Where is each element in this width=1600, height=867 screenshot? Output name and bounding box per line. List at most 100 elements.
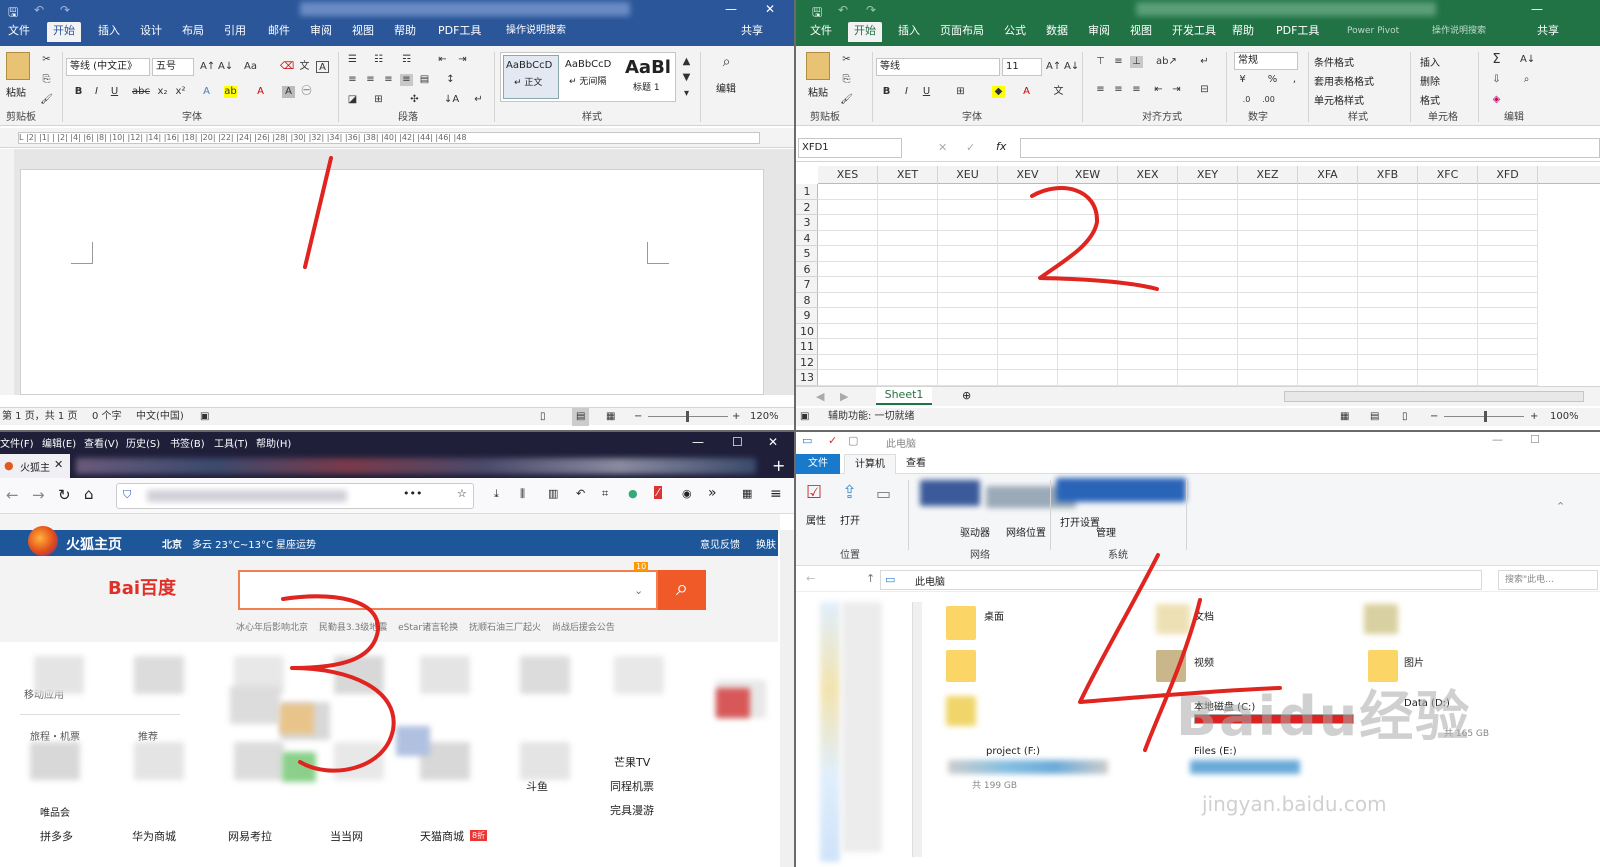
column-header[interactable]: XFA <box>1298 166 1358 184</box>
drive-f[interactable]: project (F:) <box>986 746 1040 757</box>
document-page[interactable] <box>20 169 764 395</box>
highlight-icon[interactable]: ab <box>224 86 237 98</box>
minimize-icon[interactable]: — <box>1531 2 1543 16</box>
folder-documents[interactable]: 文档 <box>1194 608 1214 623</box>
number-format-box[interactable]: 常规 <box>1234 52 1298 70</box>
web-layout-icon[interactable]: ▦ <box>606 408 615 426</box>
tab-home[interactable]: 开始 <box>47 22 81 42</box>
tab-close-icon[interactable]: ✕ <box>54 458 63 471</box>
minimize-icon[interactable]: — <box>1492 433 1503 446</box>
pdf-icon[interactable]: ⁄ <box>654 486 662 499</box>
decrease-indent-icon[interactable]: ⇤ <box>1152 84 1165 96</box>
page-layout-view-icon[interactable]: ▤ <box>1370 408 1379 426</box>
shrink-font-icon[interactable]: A↓ <box>218 61 233 73</box>
clear-format-icon[interactable]: ⌫ <box>280 61 294 73</box>
column-header[interactable]: XFD <box>1478 166 1538 184</box>
macro-icon[interactable]: ▣ <box>800 408 809 426</box>
name-box[interactable]: XFD1 <box>798 138 902 158</box>
align-right-icon[interactable]: ≡ <box>1130 84 1143 96</box>
feedback-link[interactable]: 意见反馈 <box>700 536 740 551</box>
menu-edit[interactable]: 编辑(E) <box>42 435 76 450</box>
redo-icon[interactable]: ↷ <box>866 3 876 17</box>
tab-file[interactable]: 文件 <box>804 22 838 42</box>
zoom-in-icon[interactable]: + <box>1530 408 1538 426</box>
column-header[interactable]: XEW <box>1058 166 1118 184</box>
menu-view[interactable]: 查看(V) <box>84 435 119 450</box>
style-nospacing[interactable]: AaBbCcD ↵ 无间隔 <box>563 55 619 99</box>
print-layout-icon[interactable]: ▤ <box>572 408 590 426</box>
show-marks-icon[interactable]: ↵ <box>472 94 485 106</box>
page-scrollbar[interactable] <box>780 530 794 867</box>
tab-pdf[interactable]: PDF工具 <box>432 22 487 42</box>
italic-icon[interactable]: I <box>900 86 913 98</box>
baidu-search-input[interactable]: 10 ⌄ <box>238 562 658 610</box>
cut-icon[interactable]: ✂ <box>840 54 853 66</box>
tab-insert[interactable]: 插入 <box>892 22 926 42</box>
copy-icon[interactable]: ⎘ <box>840 74 853 86</box>
sort-filter-icon[interactable]: A↓ <box>1520 54 1535 66</box>
tab-data[interactable]: 数据 <box>1040 22 1074 42</box>
link-dangdang[interactable]: 当当网 <box>330 828 363 844</box>
manage-button[interactable]: 管理 <box>1096 524 1116 539</box>
tab-developer[interactable]: 开发工具 <box>1166 22 1222 42</box>
row-header[interactable]: 13 <box>796 370 818 386</box>
distribute-icon[interactable]: ▤ <box>418 74 431 86</box>
bookmark-star-icon[interactable]: ☆ <box>457 487 467 500</box>
chinese-layout-icon[interactable]: ✣ <box>408 94 421 106</box>
borders-icon[interactable]: ⊞ <box>372 94 385 106</box>
formula-input[interactable] <box>1020 138 1600 158</box>
link-wanju[interactable]: 完具漫游 <box>610 802 654 818</box>
format-painter-icon[interactable]: 🖌 <box>840 94 853 106</box>
enter-icon[interactable]: ✓ <box>966 141 975 154</box>
align-left-icon[interactable]: ≡ <box>346 74 359 86</box>
menu-history[interactable]: 历史(S) <box>126 435 160 450</box>
link-ly-flights[interactable]: 同程机票 <box>610 778 654 794</box>
blurred-site-tile[interactable] <box>334 742 384 780</box>
currency-icon[interactable]: ¥ <box>1236 74 1249 86</box>
column-header[interactable]: XES <box>818 166 878 184</box>
page-actions-icon[interactable]: ••• <box>403 487 422 500</box>
tab-design[interactable]: 设计 <box>134 22 168 42</box>
page-break-view-icon[interactable]: ▯ <box>1402 408 1408 426</box>
row-header[interactable]: 6 <box>796 262 818 277</box>
cancel-icon[interactable]: ✕ <box>938 141 947 154</box>
navigation-pane[interactable] <box>796 592 922 867</box>
folder-desktop[interactable]: 桌面 <box>984 608 1004 623</box>
font-name-box[interactable]: 等线 <box>876 58 1000 76</box>
reload-icon[interactable]: ↻ <box>58 486 71 504</box>
percent-icon[interactable]: % <box>1266 74 1279 86</box>
zoom-level[interactable]: 120% <box>750 408 779 426</box>
underline-icon[interactable]: U <box>920 86 933 98</box>
orientation-icon[interactable]: ab↗ <box>1156 56 1177 68</box>
tab-view[interactable]: 视图 <box>1124 22 1158 42</box>
insert-cells-button[interactable]: 插入 <box>1420 54 1440 69</box>
shading-icon[interactable]: ◪ <box>346 94 359 106</box>
open-button[interactable]: 打开 <box>840 512 860 527</box>
open-icon[interactable]: ⇪ <box>842 482 857 503</box>
justify-icon[interactable]: ≡ <box>400 74 413 86</box>
align-center-icon[interactable]: ≡ <box>364 74 377 86</box>
tab-active[interactable]: ● 火狐主 ✕ <box>0 454 70 478</box>
tab-help[interactable]: 帮助 <box>388 22 422 42</box>
network-location-button[interactable]: 网络位置 <box>1006 524 1046 539</box>
city-label[interactable]: 北京 <box>162 536 182 551</box>
row-header[interactable]: 12 <box>796 355 818 370</box>
row-header[interactable]: 3 <box>796 215 818 231</box>
blurred-site-tile[interactable] <box>230 686 280 724</box>
numbering-icon[interactable]: ☷ <box>372 54 385 66</box>
tab-mailings[interactable]: 邮件 <box>262 22 296 42</box>
back-icon[interactable]: ← <box>806 572 815 585</box>
char-shading-icon[interactable]: A <box>282 86 295 98</box>
3d-objects-folder-icon[interactable] <box>946 696 976 726</box>
row-header[interactable]: 10 <box>796 324 818 339</box>
redo-icon[interactable]: ↷ <box>60 3 70 17</box>
nav-scrollbar[interactable] <box>912 602 922 857</box>
menu-tools[interactable]: 工具(T) <box>214 435 248 450</box>
cells[interactable] <box>818 184 1538 386</box>
maximize-icon[interactable]: ☐ <box>732 435 743 449</box>
copy-icon[interactable]: ⎘ <box>40 74 53 86</box>
worksheet-grid[interactable]: XES XET XEU XEV XEW XEX XEY XEZ XFA XFB XFC XFD 123… <box>796 166 1600 386</box>
format-as-table-button[interactable]: 套用表格格式 <box>1314 73 1374 88</box>
align-bottom-icon[interactable]: ⊥ <box>1130 56 1143 68</box>
blurred-site-tile[interactable] <box>520 656 570 694</box>
